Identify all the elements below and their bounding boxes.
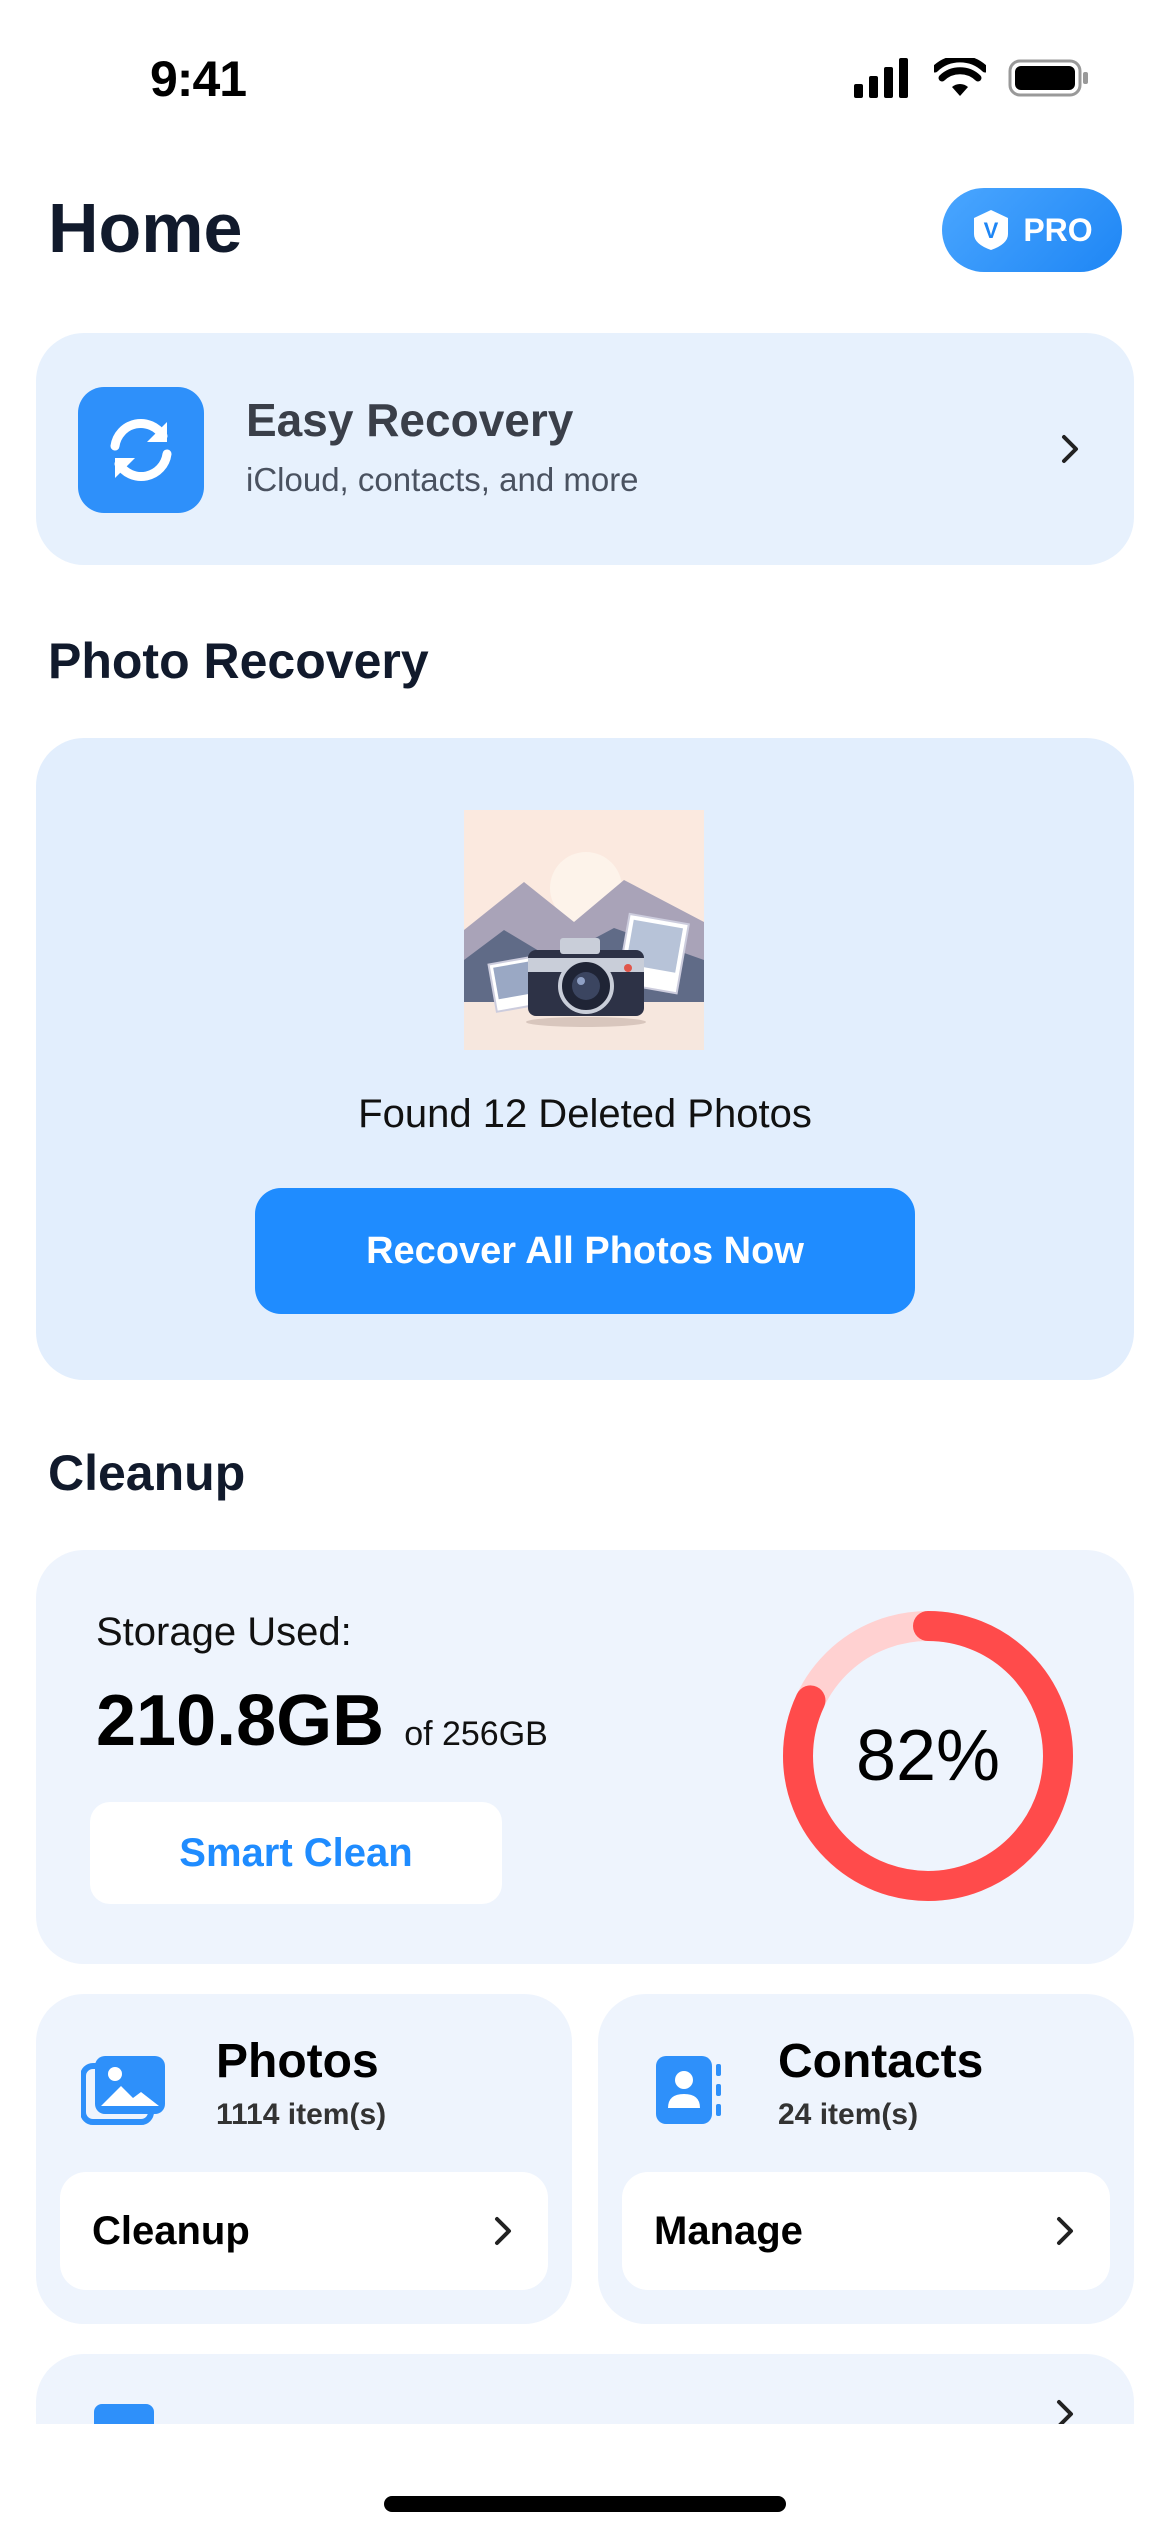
page-title: Home bbox=[48, 189, 243, 267]
home-screen: 9:41 Home V PRO Easy Recovery iCloud, co… bbox=[0, 0, 1170, 2532]
cleanup-heading: Cleanup bbox=[48, 1445, 246, 1501]
status-time: 9:41 bbox=[150, 51, 247, 107]
battery-icon bbox=[1008, 59, 1088, 97]
easy-recovery-title: Easy Recovery bbox=[246, 394, 574, 446]
contacts-manage-label: Manage bbox=[654, 2208, 803, 2253]
photos-title: Photos bbox=[216, 2035, 379, 2088]
pro-label: PRO bbox=[1023, 211, 1093, 248]
storage-percent: 82% bbox=[855, 1716, 1001, 1796]
contacts-icon bbox=[638, 2042, 734, 2138]
camera-photos-illustration bbox=[464, 810, 704, 1050]
status-icons bbox=[854, 58, 1090, 98]
easy-recovery-subtitle: iCloud, contacts, and more bbox=[246, 461, 639, 498]
pro-badge-letter: V bbox=[984, 218, 999, 243]
chevron-right-icon bbox=[1062, 435, 1078, 463]
photos-cleanup-button[interactable]: Cleanup bbox=[60, 2172, 548, 2290]
photo-recovery-heading: Photo Recovery bbox=[48, 633, 429, 689]
wifi-icon bbox=[934, 58, 986, 96]
contacts-count: 24 item(s) bbox=[778, 2098, 919, 2131]
photos-count: 1114 item(s) bbox=[216, 2098, 387, 2131]
pro-badge-icon: V bbox=[974, 210, 1009, 250]
bottom-fade bbox=[0, 2424, 1170, 2532]
recover-all-photos-button[interactable]: Recover All Photos Now bbox=[255, 1188, 915, 1314]
sync-icon bbox=[78, 387, 204, 513]
cellular-signal-icon bbox=[854, 58, 908, 98]
pro-button[interactable]: V PRO bbox=[942, 188, 1122, 272]
storage-label: Storage Used: bbox=[96, 1610, 352, 1654]
storage-total: of 256GB bbox=[404, 1715, 548, 1753]
photos-cleanup-label: Cleanup bbox=[92, 2208, 250, 2253]
chevron-right-icon bbox=[1057, 2217, 1073, 2245]
storage-value: 210.8GB of 256GB bbox=[96, 1680, 548, 1762]
contacts-tile: Contacts 24 item(s) Manage bbox=[598, 1994, 1134, 2324]
photos-tile: Photos 1114 item(s) Cleanup bbox=[36, 1994, 572, 2324]
photos-icon bbox=[76, 2042, 172, 2138]
easy-recovery-card[interactable]: Easy Recovery iCloud, contacts, and more bbox=[36, 333, 1134, 565]
contacts-manage-button[interactable]: Manage bbox=[622, 2172, 1110, 2290]
smart-clean-button[interactable]: Smart Clean bbox=[90, 1802, 502, 1904]
found-photos-text: Found 12 Deleted Photos bbox=[358, 1092, 812, 1136]
storage-card: Storage Used: 210.8GB of 256GB Smart Cle… bbox=[36, 1550, 1134, 1964]
chevron-right-icon bbox=[495, 2217, 511, 2245]
home-indicator[interactable] bbox=[384, 2496, 786, 2512]
storage-used: 210.8GB bbox=[96, 1681, 385, 1761]
photo-recovery-card: Found 12 Deleted Photos Recover All Phot… bbox=[36, 738, 1134, 1380]
contacts-title: Contacts bbox=[778, 2035, 984, 2088]
